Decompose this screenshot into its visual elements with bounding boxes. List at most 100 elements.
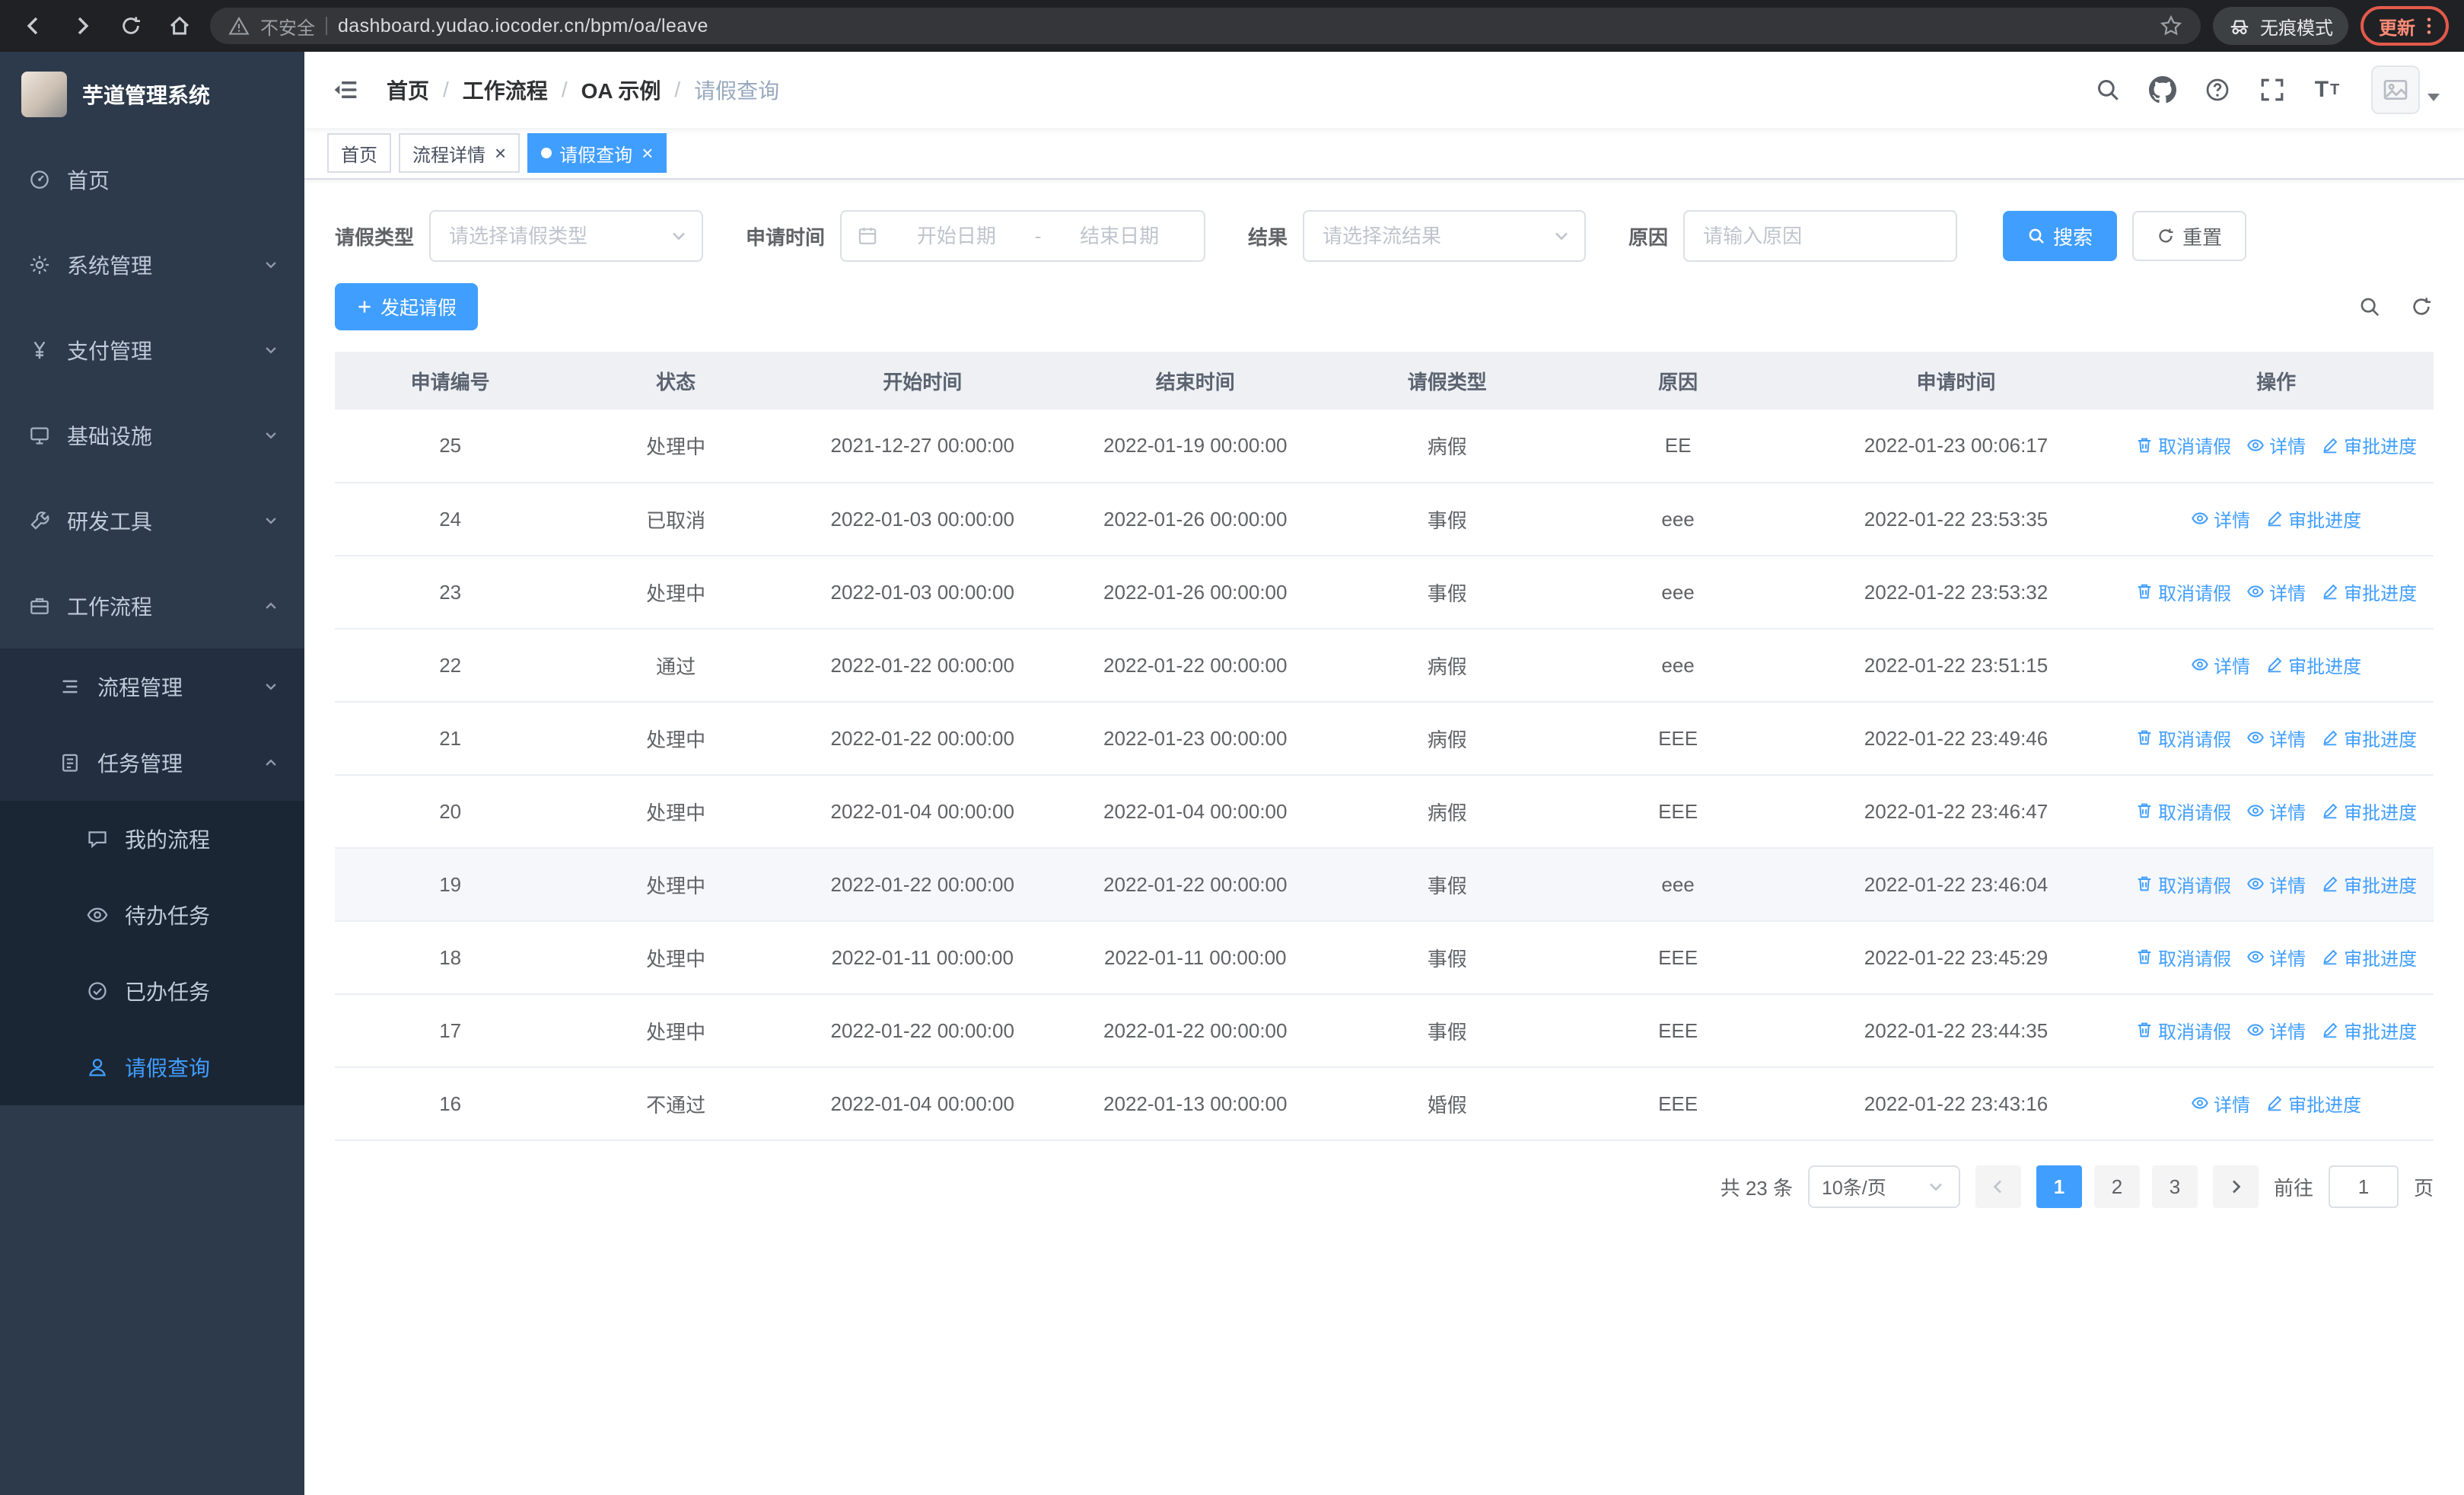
leave-type-select[interactable]	[429, 210, 704, 262]
back-button[interactable]	[15, 8, 52, 44]
action-progress[interactable]: 审批进度	[2321, 725, 2417, 751]
page-button-1[interactable]: 1	[2036, 1165, 2082, 1208]
create-leave-button[interactable]: 发起请假	[335, 283, 479, 330]
update-button[interactable]: 更新	[2361, 6, 2449, 46]
breadcrumb-item[interactable]: 首页	[387, 75, 429, 105]
help-icon[interactable]	[2195, 67, 2240, 113]
header-search-icon[interactable]	[2085, 67, 2131, 113]
table-row: 25 处理中 2021-12-27 00:00:00 2022-01-19 00:00…	[335, 410, 2434, 483]
action-detail[interactable]: 详情	[2191, 505, 2250, 532]
action-progress[interactable]: 审批进度	[2265, 505, 2361, 532]
fullscreen-icon[interactable]	[2249, 67, 2295, 113]
prev-page-button[interactable]	[1975, 1165, 2021, 1208]
start-date-input[interactable]	[887, 224, 1026, 248]
action-cancel[interactable]: 取消请假	[2135, 1017, 2231, 1044]
browser-menu-icon[interactable]	[2418, 15, 2440, 37]
action-cancel[interactable]: 取消请假	[2135, 944, 2231, 971]
user-menu[interactable]	[2371, 65, 2440, 114]
reset-button[interactable]: 重置	[2132, 211, 2247, 261]
action-cancel[interactable]: 取消请假	[2135, 798, 2231, 824]
action-detail[interactable]: 详情	[2246, 871, 2306, 897]
sidebar-item-my-processes[interactable]: 我的流程	[0, 801, 304, 877]
page-size-select[interactable]: 10条/页	[1807, 1165, 1960, 1208]
cell-end-time: 2022-01-23 00:00:00	[1059, 702, 1332, 776]
page-button-2[interactable]: 2	[2093, 1165, 2140, 1208]
sidebar-item-home[interactable]: 首页	[0, 137, 304, 222]
sidebar-item-process-management[interactable]: 流程管理	[0, 649, 304, 725]
sidebar-item-infrastructure[interactable]: 基础设施	[0, 393, 304, 478]
address-bar[interactable]: 不安全 dashboard.yudao.iocoder.cn/bpm/oa/le…	[210, 8, 2201, 44]
action-cancel[interactable]: 取消请假	[2135, 432, 2231, 458]
logo-title: 芋道管理系统	[82, 84, 211, 107]
next-page-button[interactable]	[2212, 1165, 2259, 1208]
github-icon[interactable]	[2140, 67, 2185, 113]
reload-button[interactable]	[113, 8, 149, 44]
url-text[interactable]: dashboard.yudao.iocoder.cn/bpm/oa/leave	[338, 15, 708, 37]
action-label: 审批进度	[2344, 437, 2418, 458]
page-button-3[interactable]: 3	[2151, 1165, 2198, 1208]
breadcrumb-item[interactable]: 工作流程	[463, 75, 548, 105]
sidebar-item-leave-query[interactable]: 请假查询	[0, 1029, 304, 1105]
action-progress[interactable]: 审批进度	[2265, 1090, 2361, 1117]
cell-end-time: 2022-01-26 00:00:00	[1059, 556, 1332, 630]
goto-page-input[interactable]	[2328, 1165, 2399, 1208]
sidebar-item-system[interactable]: 系统管理	[0, 222, 304, 308]
action-progress[interactable]: 审批进度	[2321, 432, 2417, 458]
cell-status: 处理中	[565, 921, 786, 995]
action-cancel[interactable]: 取消请假	[2135, 871, 2231, 897]
refresh-table-icon[interactable]	[2409, 295, 2434, 319]
sidebar-item-done-tasks[interactable]: 已办任务	[0, 953, 304, 1029]
end-date-input[interactable]	[1050, 224, 1189, 248]
action-progress[interactable]: 审批进度	[2321, 944, 2417, 971]
goto-label: 前往	[2273, 1176, 2313, 1200]
sidebar-item-task-management[interactable]: 任务管理	[0, 725, 304, 801]
breadcrumb-item[interactable]: OA 示例	[581, 75, 661, 105]
sidebar-item-todo-tasks[interactable]: 待办任务	[0, 877, 304, 953]
sidebar-item-payment[interactable]: 支付管理	[0, 308, 304, 393]
action-cancel[interactable]: 取消请假	[2135, 725, 2231, 751]
action-label: 详情	[2269, 802, 2306, 824]
reason-field[interactable]	[1683, 210, 1958, 262]
close-icon[interactable]: ×	[641, 143, 653, 163]
tab-流程详情[interactable]: 流程详情 ×	[399, 133, 520, 173]
edit-icon	[2268, 1095, 2282, 1111]
action-detail[interactable]: 详情	[2246, 798, 2306, 824]
sidebar-toggle-button[interactable]	[329, 73, 362, 107]
tab-首页[interactable]: 首页	[327, 133, 391, 173]
action-progress[interactable]: 审批进度	[2265, 652, 2361, 678]
action-progress[interactable]: 审批进度	[2321, 871, 2417, 897]
action-detail[interactable]: 详情	[2246, 725, 2306, 751]
action-detail[interactable]: 详情	[2246, 944, 2306, 971]
leave-type-input[interactable]	[449, 224, 663, 248]
font-size-icon[interactable]: TT	[2304, 67, 2350, 113]
cell-status: 处理中	[565, 994, 786, 1068]
sidebar-item-workflow[interactable]: 工作流程	[0, 563, 304, 649]
result-select[interactable]	[1303, 210, 1587, 262]
cell-id: 16	[335, 1067, 566, 1141]
close-icon[interactable]: ×	[495, 143, 506, 163]
action-detail[interactable]: 详情	[2246, 1017, 2306, 1044]
table-header-row: 申请编号 状态 开始时间 结束时间 请假类型 原因 申请时间 操作	[335, 352, 2434, 410]
action-detail[interactable]: 详情	[2191, 1090, 2250, 1117]
tab-请假查询[interactable]: 请假查询 ×	[527, 133, 667, 173]
apply-time-range-picker[interactable]: -	[840, 210, 1206, 262]
action-progress[interactable]: 审批进度	[2321, 798, 2417, 824]
action-detail[interactable]: 详情	[2246, 432, 2306, 458]
search-button[interactable]: 搜索	[2003, 211, 2118, 261]
forward-button[interactable]	[64, 8, 100, 44]
toggle-search-icon[interactable]	[2357, 295, 2382, 319]
table-row: 24 已取消 2022-01-03 00:00:00 2022-01-26 00:00…	[335, 483, 2434, 556]
warning-icon[interactable]	[228, 15, 250, 37]
action-detail[interactable]: 详情	[2246, 579, 2306, 605]
reason-input[interactable]	[1703, 224, 1938, 248]
result-input[interactable]	[1323, 224, 1546, 248]
bookmark-star-icon[interactable]	[2160, 14, 2182, 37]
action-cancel[interactable]: 取消请假	[2135, 579, 2231, 605]
action-progress[interactable]: 审批进度	[2321, 1017, 2417, 1044]
sidebar-item-dev-tools[interactable]: 研发工具	[0, 478, 304, 563]
action-detail[interactable]: 详情	[2191, 652, 2250, 678]
logo[interactable]: 芋道管理系统	[0, 52, 304, 137]
delete-icon	[2138, 730, 2151, 745]
action-progress[interactable]: 审批进度	[2321, 579, 2417, 605]
home-button[interactable]	[161, 8, 198, 44]
